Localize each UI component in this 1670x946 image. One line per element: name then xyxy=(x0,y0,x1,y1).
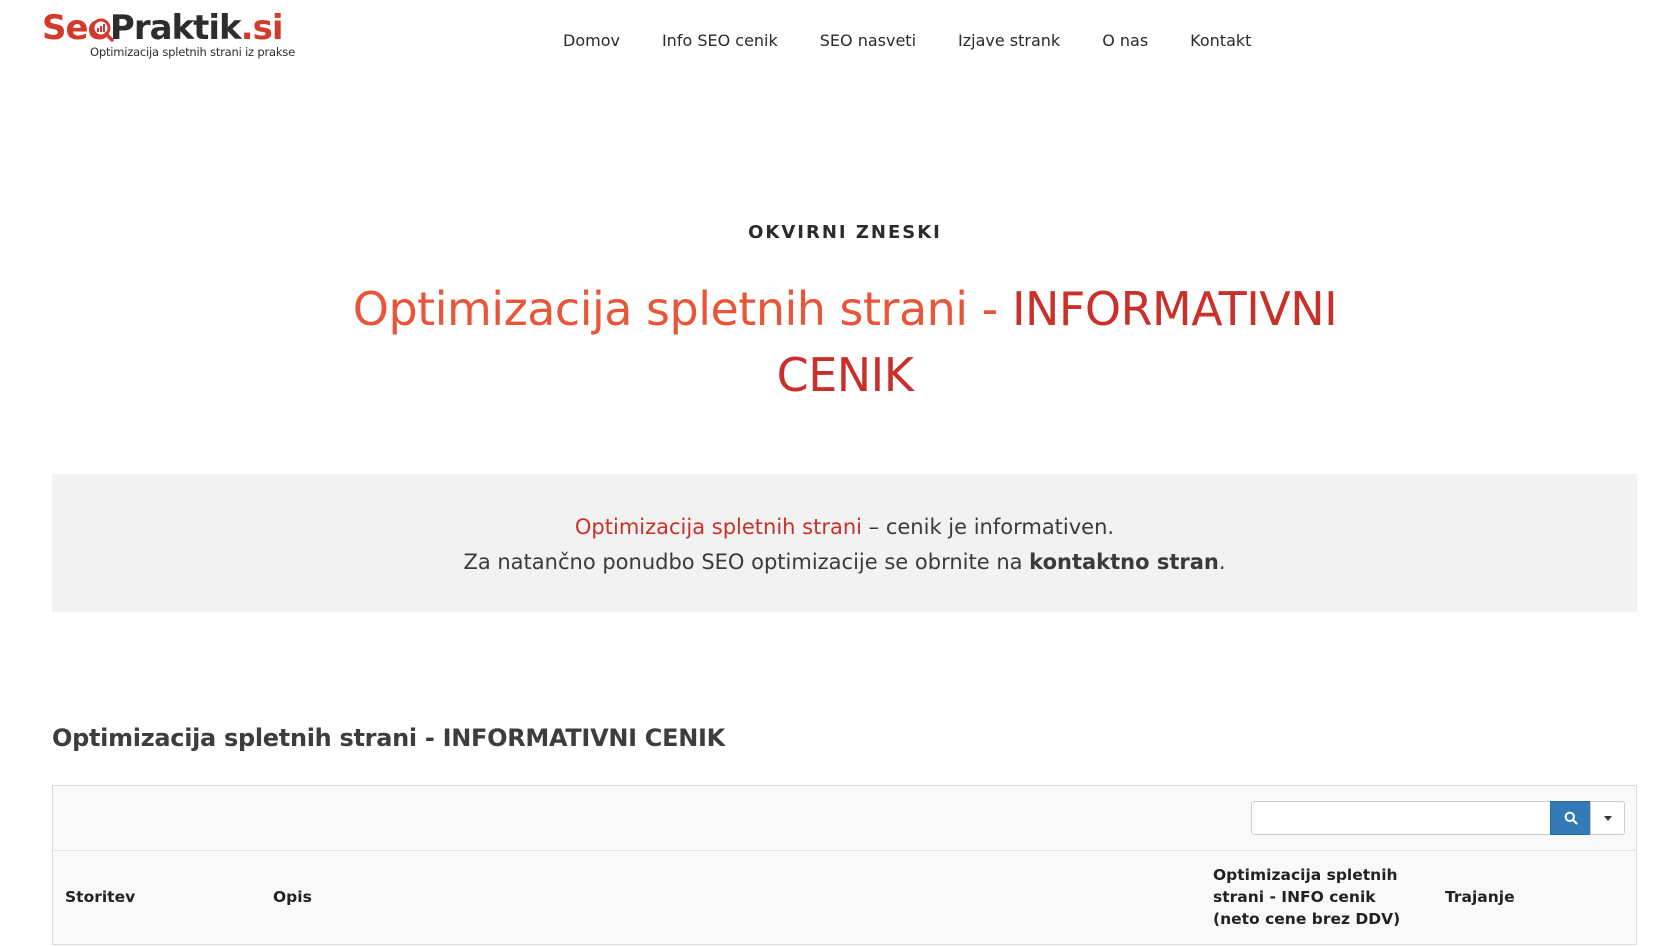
site-logo[interactable]: SeoPraktik.si Optimizacija spletnih stra… xyxy=(42,8,302,60)
hero-title-part-a: Optimizacija spletnih strani - xyxy=(352,282,1012,336)
contact-page-link[interactable]: kontaktno stran xyxy=(1029,550,1219,574)
info-notice-box: Optimizacija spletnih strani – cenik je … xyxy=(52,474,1637,612)
main-nav: Domov Info SEO cenik SEO nasveti Izjave … xyxy=(563,30,1293,52)
nav-item-seo-nasveti[interactable]: SEO nasveti xyxy=(820,30,916,52)
hero-title-part-b: INFORMATIVNI xyxy=(1011,282,1338,336)
logo-tagline: Optimizacija spletnih strani iz prakse xyxy=(90,45,295,59)
logo-tld-text: .si xyxy=(240,8,284,48)
caret-down-icon xyxy=(1603,815,1612,821)
info-line-1: Optimizacija spletnih strani – cenik je … xyxy=(52,510,1637,545)
search-icon xyxy=(1564,811,1578,825)
site-header: SeoPraktik.si Optimizacija spletnih stra… xyxy=(0,0,1670,80)
nav-item-izjave-strank[interactable]: Izjave strank xyxy=(958,30,1060,52)
search-options-dropdown[interactable] xyxy=(1590,801,1625,835)
table-toolbar xyxy=(53,786,1636,851)
column-header-cena[interactable]: Optimizacija spletnih strani - INFO ceni… xyxy=(1213,864,1423,930)
hero-eyebrow: OKVIRNI ZNESKI xyxy=(748,222,942,243)
column-header-trajanje[interactable]: Trajanje xyxy=(1445,886,1515,908)
section-title: Optimizacija spletnih strani - INFORMATI… xyxy=(52,724,725,752)
nav-item-domov[interactable]: Domov xyxy=(563,30,620,52)
logo-wordmark: SeoPraktik.si xyxy=(42,8,284,48)
table-search-button[interactable] xyxy=(1550,801,1591,835)
info-line-1-text: – cenik je informativen. xyxy=(861,515,1115,539)
nav-item-info-seo-cenik[interactable]: Info SEO cenik xyxy=(662,30,778,52)
price-table-panel: Storitev Opis Optimizacija spletnih stra… xyxy=(52,785,1637,945)
hero-title: Optimizacija spletnih strani - INFORMATI… xyxy=(260,276,1430,408)
magnifier-icon xyxy=(91,18,114,42)
info-line-2-text: Za natančno ponudbo SEO optimizacije se … xyxy=(463,550,1030,574)
hero-title-line2: CENIK xyxy=(776,348,914,402)
column-header-storitev[interactable]: Storitev xyxy=(65,886,135,908)
nav-item-kontakt[interactable]: Kontakt xyxy=(1190,30,1251,52)
info-line-2: Za natančno ponudbo SEO optimizacije se … xyxy=(52,545,1637,580)
table-header-row: Storitev Opis Optimizacija spletnih stra… xyxy=(53,852,1636,946)
logo-praktik-text: Praktik xyxy=(109,8,242,48)
table-search-input[interactable] xyxy=(1251,801,1551,835)
nav-item-o-nas[interactable]: O nas xyxy=(1102,30,1148,52)
info-seo-link[interactable]: Optimizacija spletnih strani xyxy=(575,515,862,539)
info-line-2-end: . xyxy=(1218,550,1226,574)
column-header-opis[interactable]: Opis xyxy=(273,886,312,908)
